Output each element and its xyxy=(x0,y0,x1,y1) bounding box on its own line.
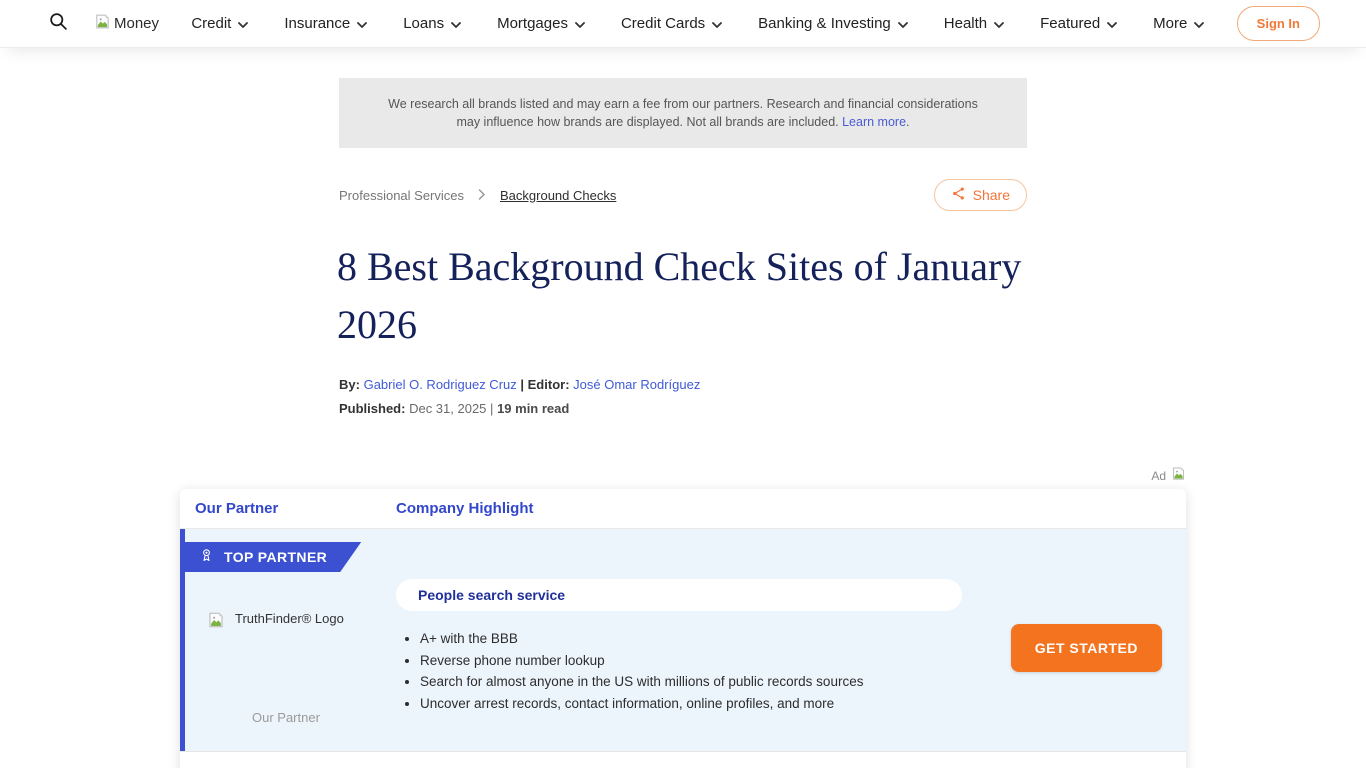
editor-label: Editor: xyxy=(528,377,570,392)
breadcrumb-current-link[interactable]: Background Checks xyxy=(500,188,616,203)
column-header-our-partner: Our Partner xyxy=(180,500,396,517)
breadcrumb-row: Professional Services Background Checks … xyxy=(339,179,1027,211)
sign-in-button[interactable]: Sign In xyxy=(1237,6,1320,41)
partner-logo[interactable]: TruthFinder® Logo xyxy=(207,611,344,634)
broken-image-icon xyxy=(207,611,225,634)
nav-item-health[interactable]: Health xyxy=(944,15,1004,32)
nav-item-credit[interactable]: Credit xyxy=(191,15,248,32)
top-nav-bar: Money Credit Insurance Loans Mortgages C… xyxy=(0,0,1366,48)
broken-image-icon xyxy=(94,13,111,35)
chevron-down-icon xyxy=(451,15,461,32)
chevron-down-icon xyxy=(898,15,908,32)
nav-label: Loans xyxy=(403,15,444,32)
highlight-bullet: Uncover arrest records, contact informat… xyxy=(420,693,962,715)
nav-item-loans[interactable]: Loans xyxy=(403,15,461,32)
breadcrumb-parent-link[interactable]: Professional Services xyxy=(339,188,464,203)
nav-label: Insurance xyxy=(284,15,350,32)
read-time: 19 min read xyxy=(497,401,569,416)
author-link[interactable]: Gabriel O. Rodriguez Cruz xyxy=(364,377,517,392)
partner-comparison-table: Our Partner Company Highlight TOP PARTNE… xyxy=(180,489,1186,768)
nav-item-credit-cards[interactable]: Credit Cards xyxy=(621,15,722,32)
next-table-row-partial xyxy=(180,751,1186,768)
nav-label: Health xyxy=(944,15,987,32)
nav-label: Featured xyxy=(1040,15,1100,32)
broken-image-icon xyxy=(1171,466,1186,486)
ad-label-row: Ad xyxy=(180,466,1186,486)
editor-link[interactable]: José Omar Rodríguez xyxy=(573,377,700,392)
highlight-bullet: Reverse phone number lookup xyxy=(420,650,962,672)
main-nav: Credit Insurance Loans Mortgages Credit … xyxy=(191,15,1204,32)
table-header-row: Our Partner Company Highlight xyxy=(180,489,1186,529)
share-icon xyxy=(951,186,966,204)
page-title: 8 Best Background Check Sites of January… xyxy=(337,238,1029,354)
learn-more-link[interactable]: Learn more xyxy=(842,115,906,129)
table-row: TOP PARTNER TruthFinder® Logo Our Partne… xyxy=(180,529,1186,751)
breadcrumb: Professional Services Background Checks xyxy=(339,188,616,203)
nav-label: More xyxy=(1153,15,1187,32)
chevron-down-icon xyxy=(1107,15,1117,32)
nav-label: Credit Cards xyxy=(621,15,705,32)
share-button[interactable]: Share xyxy=(934,179,1027,211)
medal-icon xyxy=(199,547,214,567)
byline-separator: | xyxy=(520,377,524,392)
nav-item-banking-investing[interactable]: Banking & Investing xyxy=(758,15,908,32)
page: Money Credit Insurance Loans Mortgages C… xyxy=(0,0,1366,768)
chevron-right-icon xyxy=(478,188,486,203)
highlight-bullet: Search for almost anyone in the US with … xyxy=(420,671,962,693)
highlight-bullet: A+ with the BBB xyxy=(420,628,962,650)
nav-label: Banking & Investing xyxy=(758,15,891,32)
money-logo[interactable]: Money xyxy=(94,13,159,35)
nav-item-more[interactable]: More xyxy=(1153,15,1204,32)
chevron-down-icon xyxy=(575,15,585,32)
chevron-down-icon xyxy=(994,15,1004,32)
search-button[interactable] xyxy=(44,10,72,38)
publine-separator: | xyxy=(490,401,493,416)
company-highlight-cell: People search service A+ with the BBB Re… xyxy=(396,579,962,714)
service-tag-pill: People search service xyxy=(396,579,962,611)
share-label: Share xyxy=(973,187,1010,203)
get-started-button[interactable]: GET STARTED xyxy=(1011,624,1162,672)
top-partner-label: TOP PARTNER xyxy=(224,549,327,565)
nav-item-mortgages[interactable]: Mortgages xyxy=(497,15,585,32)
top-partner-badge: TOP PARTNER xyxy=(185,542,361,572)
highlight-bullet-list: A+ with the BBB Reverse phone number loo… xyxy=(420,628,962,714)
advertiser-disclaimer: We research all brands listed and may ea… xyxy=(339,78,1027,148)
chevron-down-icon xyxy=(357,15,367,32)
ad-label: Ad xyxy=(1151,469,1166,483)
chevron-down-icon xyxy=(712,15,722,32)
nav-label: Credit xyxy=(191,15,231,32)
nav-item-featured[interactable]: Featured xyxy=(1040,15,1117,32)
nav-label: Mortgages xyxy=(497,15,568,32)
published-date: Dec 31, 2025 xyxy=(409,401,486,416)
nav-item-insurance[interactable]: Insurance xyxy=(284,15,367,32)
search-icon xyxy=(48,11,69,37)
partner-logo-alt-text: TruthFinder® Logo xyxy=(235,611,344,626)
chevron-down-icon xyxy=(1194,15,1204,32)
disclaimer-period: . xyxy=(906,115,909,129)
chevron-down-icon xyxy=(238,15,248,32)
our-partner-label: Our Partner xyxy=(252,710,320,725)
published-line: Published: Dec 31, 2025 | 19 min read xyxy=(339,401,1027,416)
byline: By: Gabriel O. Rodriguez Cruz | Editor: … xyxy=(339,377,1027,392)
by-label: By: xyxy=(339,377,360,392)
published-label: Published: xyxy=(339,401,405,416)
column-header-company-highlight: Company Highlight xyxy=(396,500,534,517)
logo-alt-text: Money xyxy=(114,15,159,32)
